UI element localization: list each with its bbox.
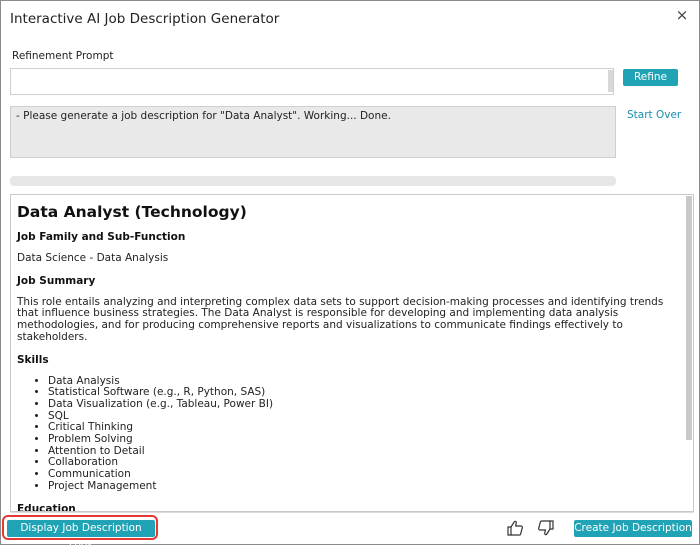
education-heading: Education — [17, 502, 76, 512]
start-over-link[interactable]: Start Over — [627, 109, 681, 121]
thumbs-down-icon[interactable] — [537, 519, 555, 537]
job-description-content[interactable]: Data Analyst (Technology) Job Family and… — [10, 194, 694, 512]
create-job-description-button[interactable]: Create Job Description — [574, 520, 692, 537]
list-item: Data Visualization (e.g., Tableau, Power… — [48, 398, 677, 411]
close-icon[interactable]: × — [675, 7, 689, 23]
refinement-prompt-label: Refinement Prompt — [12, 50, 114, 62]
list-item: Project Management — [48, 480, 677, 493]
refinement-prompt-input[interactable] — [10, 68, 614, 95]
list-item: Collaboration — [48, 457, 677, 469]
refine-button[interactable]: Refine — [623, 69, 678, 86]
job-family-value: Data Science - Data Analysis — [17, 252, 169, 264]
job-summary-text: This role entails analyzing and interpre… — [17, 295, 664, 343]
list-item: SQL — [48, 410, 677, 423]
display-logs-button[interactable]: Display Job Description Logs — [7, 520, 155, 551]
progress-bar — [10, 176, 616, 186]
content-scrollbar[interactable] — [686, 196, 692, 440]
prompt-scrollbar[interactable] — [608, 70, 613, 92]
list-item: Problem Solving — [48, 433, 677, 446]
job-family-heading: Job Family and Sub-Function — [17, 231, 186, 243]
document-title: Data Analyst (Technology) — [17, 203, 247, 221]
dialog-title: Interactive AI Job Description Generator — [10, 11, 280, 27]
list-item: Critical Thinking — [48, 422, 677, 434]
thumbs-up-icon[interactable] — [506, 519, 524, 537]
job-summary-heading: Job Summary — [17, 274, 96, 287]
skills-heading: Skills — [17, 353, 49, 366]
status-log: - Please generate a job description for … — [10, 106, 616, 158]
footer-divider — [10, 512, 694, 513]
job-description-dialog: Interactive AI Job Description Generator… — [0, 0, 700, 551]
skills-list: Data Analysis Statistical Software (e.g.… — [17, 375, 677, 493]
list-item: Attention to Detail — [48, 445, 677, 458]
